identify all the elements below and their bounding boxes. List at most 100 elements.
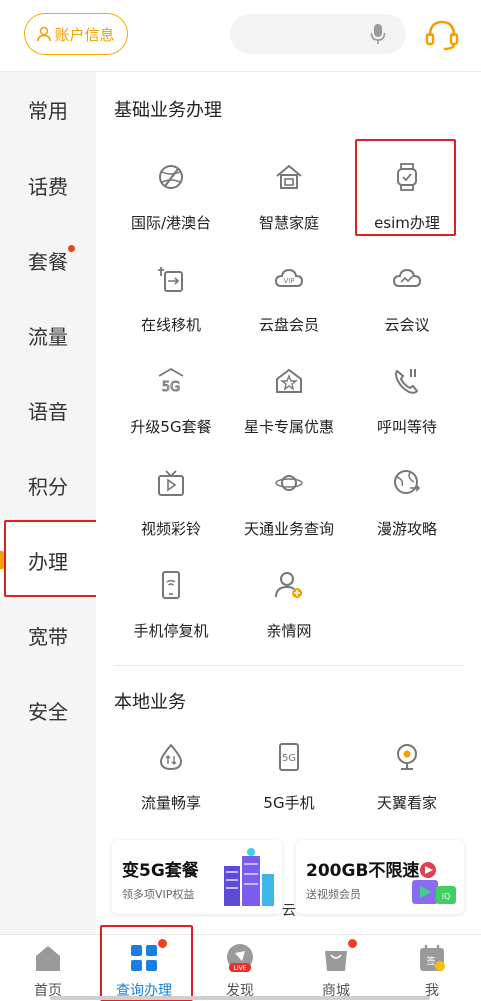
service-label: 在线移机: [140, 316, 201, 334]
top-header: 账户信息: [0, 0, 481, 72]
video-tv-icon: [158, 470, 184, 496]
promo-banner-5g[interactable]: 变5G套餐 领多项VIP权益: [112, 840, 282, 914]
category-sidebar: 常用 话费 套餐 流量 语音 积分 办理 宽带 安全: [0, 72, 96, 934]
promo-banner-200gb[interactable]: 200GB不限速 送视频会员 iQ: [296, 840, 464, 914]
section-title-basic: 基础业务办理: [114, 100, 222, 121]
service-5g-phone[interactable]: 5G 5G手机: [230, 732, 348, 822]
section-title-local: 本地业务: [114, 692, 186, 713]
service-label: 云会议: [384, 316, 430, 334]
call-wait-icon: [395, 369, 419, 394]
service-label: 云盘会员: [258, 316, 319, 334]
service-call-waiting[interactable]: 呼叫等待: [348, 356, 466, 446]
satellite-icon: [275, 475, 303, 491]
nav-me[interactable]: 签 我: [384, 935, 480, 1001]
promo-title: 变5G套餐: [122, 861, 199, 881]
service-home-camera[interactable]: 天翼看家: [348, 732, 466, 822]
family-add-icon: [275, 572, 302, 598]
home-icon: [36, 946, 60, 971]
highlight-box: [355, 139, 456, 236]
sidebar-item-label: 流量: [28, 324, 68, 349]
cloud-meeting-icon: [392, 268, 422, 287]
clipped-label: 云: [282, 903, 296, 919]
search-input[interactable]: [230, 14, 406, 54]
service-smart-home[interactable]: 智慧家庭: [230, 152, 348, 242]
promo-subtitle: 送视频会员: [306, 888, 361, 901]
sidebar-item-broadband[interactable]: 宽带: [0, 598, 96, 672]
account-info-button[interactable]: 账户信息: [24, 13, 128, 55]
service-family-network[interactable]: 亲情网: [230, 560, 348, 650]
service-phone-suspend[interactable]: 手机停复机: [112, 560, 230, 650]
svg-text:VIP: VIP: [283, 277, 294, 285]
sidebar-item-phone-bill[interactable]: 话费: [0, 148, 96, 222]
service-label: 呼叫等待: [376, 418, 437, 436]
sidebar-item-label: 积分: [28, 474, 68, 499]
service-label: 视频彩铃: [140, 520, 201, 538]
service-cloud-meeting[interactable]: 云会议: [348, 254, 466, 344]
service-label: 5G手机: [263, 794, 315, 812]
service-label: 天翼看家: [376, 794, 437, 812]
service-5g-upgrade[interactable]: 5G 升级5G套餐: [112, 356, 230, 446]
sidebar-item-label: 话费: [28, 174, 68, 199]
star-home-icon: [276, 368, 302, 393]
service-label: 漫游攻略: [376, 520, 437, 538]
nav-mall[interactable]: 商城: [288, 935, 384, 1001]
5g-building-illustration: [224, 848, 274, 906]
service-video-ringtone[interactable]: 视频彩铃: [112, 458, 230, 548]
nav-discover[interactable]: LIVE 发现: [192, 935, 288, 1001]
sidebar-item-common[interactable]: 常用: [0, 72, 96, 146]
service-tiantong[interactable]: 天通业务查询: [230, 458, 348, 548]
service-roaming-guide[interactable]: 漫游攻略: [348, 458, 466, 548]
video-gift-illustration: iQ: [412, 862, 456, 904]
globe-plane-icon: [159, 165, 183, 189]
roaming-globe-icon: [394, 470, 421, 494]
sidebar-item-points[interactable]: 积分: [0, 448, 96, 522]
notification-dot: [348, 939, 357, 948]
service-label: 星卡专属优惠: [243, 418, 334, 436]
service-label: 天通业务查询: [243, 520, 334, 538]
service-label: 手机停复机: [133, 622, 209, 640]
service-international[interactable]: 国际/港澳台: [112, 152, 230, 242]
promo-title: 200GB不限速: [306, 861, 420, 881]
home-indicator: [50, 996, 430, 1000]
sidebar-item-label: 套餐: [28, 249, 68, 274]
section-divider: [114, 665, 464, 666]
transfer-phone-icon: [158, 267, 183, 292]
svg-text:5G: 5G: [282, 753, 296, 764]
phone-wifi-icon: [162, 571, 180, 599]
sidebar-item-label: 安全: [28, 699, 68, 724]
sidebar-item-voice[interactable]: 语音: [0, 373, 96, 447]
nav-home[interactable]: 首页: [0, 935, 96, 1001]
data-drop-icon: [159, 743, 183, 771]
cloud-vip-icon: VIP: [274, 268, 304, 287]
live-discover-icon: LIVE: [227, 944, 253, 972]
sidebar-item-security[interactable]: 安全: [0, 673, 96, 747]
camera-icon: [397, 744, 417, 770]
sidebar-item-label: 常用: [28, 98, 68, 123]
svg-text:LIVE: LIVE: [233, 965, 246, 972]
svg-text:签: 签: [426, 955, 435, 967]
service-star-card[interactable]: 星卡专属优惠: [230, 356, 348, 446]
promo-subtitle: 领多项VIP权益: [122, 888, 195, 901]
sidebar-item-data[interactable]: 流量: [0, 298, 96, 372]
service-label: 流量畅享: [140, 794, 201, 812]
service-label: 亲情网: [266, 622, 312, 640]
sidebar-item-label: 宽带: [28, 624, 68, 649]
service-online-transfer[interactable]: 在线移机: [112, 254, 230, 344]
bottom-navigation: 首页 查询办理 LIVE 发现 商城 签 我: [0, 934, 481, 1001]
service-cloud-vip[interactable]: VIP 云盘会员: [230, 254, 348, 344]
service-label: 国际/港澳台: [130, 214, 212, 232]
highlight-box: [4, 520, 99, 597]
microphone-icon[interactable]: [370, 23, 386, 45]
sidebar-item-label: 语音: [28, 399, 68, 424]
5g-upgrade-icon: 5G: [158, 367, 184, 396]
notification-dot: [68, 245, 75, 252]
sign-calendar-icon: 签: [420, 945, 445, 971]
account-info-label: 账户信息: [54, 25, 115, 44]
service-label: 智慧家庭: [258, 214, 319, 232]
service-label: 升级5G套餐: [130, 418, 212, 436]
sidebar-item-package[interactable]: 套餐: [0, 223, 96, 297]
service-data-enjoy[interactable]: 流量畅享: [112, 732, 230, 822]
house-icon: [276, 164, 302, 189]
customer-service-icon[interactable]: [424, 16, 460, 52]
person-icon: [37, 26, 52, 42]
